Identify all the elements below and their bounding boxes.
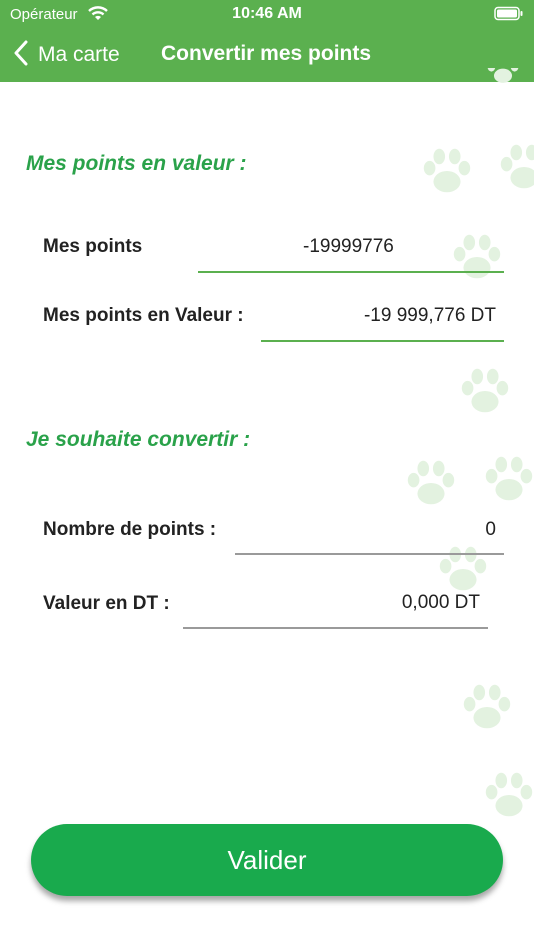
- paw-print-icon: [458, 678, 516, 736]
- section-title-points-value: Mes points en valeur :: [26, 152, 247, 175]
- back-button[interactable]: Ma carte: [14, 40, 120, 70]
- points-count-underline: [235, 553, 504, 555]
- status-bar: Opérateur 10:46 AM: [0, 0, 534, 28]
- navigation-bar: Ma carte Convertir mes points: [0, 28, 534, 82]
- my-points-underline: [198, 271, 504, 273]
- paw-print-icon: [402, 454, 460, 512]
- paw-print-icon: [456, 362, 514, 420]
- paw-print-icon: [495, 138, 534, 196]
- section-title-convert: Je souhaite convertir :: [26, 428, 251, 451]
- paw-print-icon: [448, 228, 506, 286]
- points-count-label: Nombre de points :: [43, 519, 217, 540]
- my-points-in-dt-value: -19 999,776 DT: [363, 305, 496, 326]
- paw-print-icon: [480, 766, 534, 824]
- battery-icon: [494, 6, 524, 26]
- paw-print-icon: [434, 540, 492, 598]
- my-points-value: -19999776: [303, 236, 394, 257]
- paw-print-icon: [480, 450, 534, 508]
- paw-print-icon: [418, 142, 476, 200]
- value-dt-label: Valeur en DT :: [43, 593, 170, 614]
- my-points-value-underline: [261, 340, 504, 342]
- status-time: 10:46 AM: [232, 5, 302, 22]
- points-count-input[interactable]: 0: [485, 519, 496, 541]
- my-points-label: Mes points: [43, 236, 143, 257]
- value-dt-underline: [183, 627, 488, 629]
- back-label: Ma carte: [38, 43, 120, 66]
- paw-print-icon: [474, 68, 532, 108]
- my-points-value-label: Mes points en Valeur :: [43, 305, 244, 326]
- validate-button[interactable]: Valider: [31, 824, 503, 896]
- chevron-left-icon: [14, 40, 28, 71]
- page-title: Convertir mes points: [161, 42, 372, 65]
- value-dt-field: 0,000 DT: [401, 592, 480, 613]
